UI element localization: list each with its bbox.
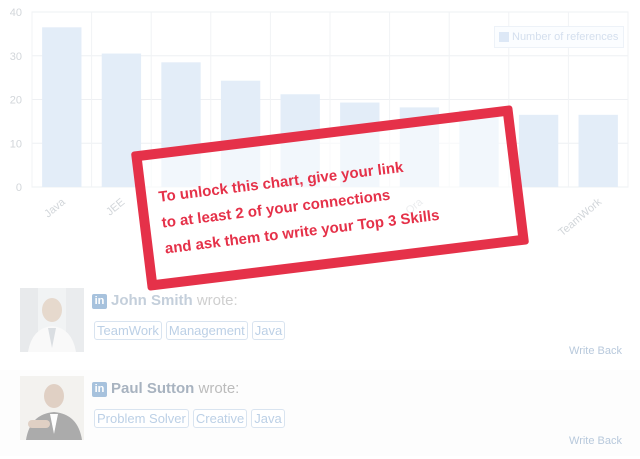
recommendation-item: in John Smith wrote: TeamWork Management Ja… bbox=[0, 282, 640, 368]
legend-label: Number of references bbox=[512, 31, 619, 44]
y-tick-label: 20 bbox=[10, 95, 22, 107]
legend-swatch bbox=[499, 32, 509, 43]
skill-tag[interactable]: Problem Solver bbox=[94, 409, 189, 428]
y-tick-label: 0 bbox=[16, 182, 22, 194]
skill-tag[interactable]: TeamWork bbox=[94, 321, 162, 340]
skill-tag[interactable]: Creative bbox=[192, 409, 248, 428]
avatar bbox=[20, 288, 84, 352]
y-tick-label: 40 bbox=[10, 7, 22, 19]
skill-tags: Problem Solver Creative Java bbox=[94, 409, 289, 428]
write-back-link[interactable]: Write Back bbox=[569, 435, 622, 447]
author-name[interactable]: John Smith bbox=[111, 292, 193, 309]
y-tick-label: 30 bbox=[10, 51, 22, 63]
recommendation-header: in John Smith wrote: bbox=[92, 292, 238, 309]
linkedin-icon[interactable]: in bbox=[92, 294, 107, 309]
chart-legend: Number of references bbox=[494, 26, 624, 48]
wrote-label: wrote: bbox=[198, 380, 240, 397]
chart-bar[interactable] bbox=[578, 114, 618, 187]
skill-tag[interactable]: Java bbox=[251, 321, 286, 340]
chart-bar[interactable] bbox=[42, 27, 82, 187]
wrote-label: wrote: bbox=[196, 292, 238, 309]
stamp-message: To unlock this chart, give your link to … bbox=[157, 141, 524, 262]
x-tick-label: TeamWork bbox=[556, 196, 604, 239]
x-tick-label: JEE bbox=[104, 196, 127, 218]
author-name[interactable]: Paul Sutton bbox=[111, 380, 194, 397]
y-tick-label: 10 bbox=[10, 138, 22, 150]
write-back-link[interactable]: Write Back bbox=[569, 345, 622, 357]
recommendation-item: in Paul Sutton wrote: Problem Solver Creat… bbox=[0, 370, 640, 456]
skill-tag[interactable]: Java bbox=[251, 409, 285, 428]
person-photo-icon bbox=[20, 288, 84, 352]
x-tick-label: Java bbox=[42, 196, 68, 221]
chart-bar[interactable] bbox=[518, 114, 559, 187]
skill-tag[interactable]: Management bbox=[165, 321, 248, 340]
recommendation-header: in Paul Sutton wrote: bbox=[92, 380, 239, 397]
person-photo-icon bbox=[20, 376, 84, 440]
skill-tags: TeamWork Management Java bbox=[94, 321, 289, 340]
linkedin-icon[interactable]: in bbox=[92, 382, 107, 397]
avatar bbox=[20, 376, 84, 440]
